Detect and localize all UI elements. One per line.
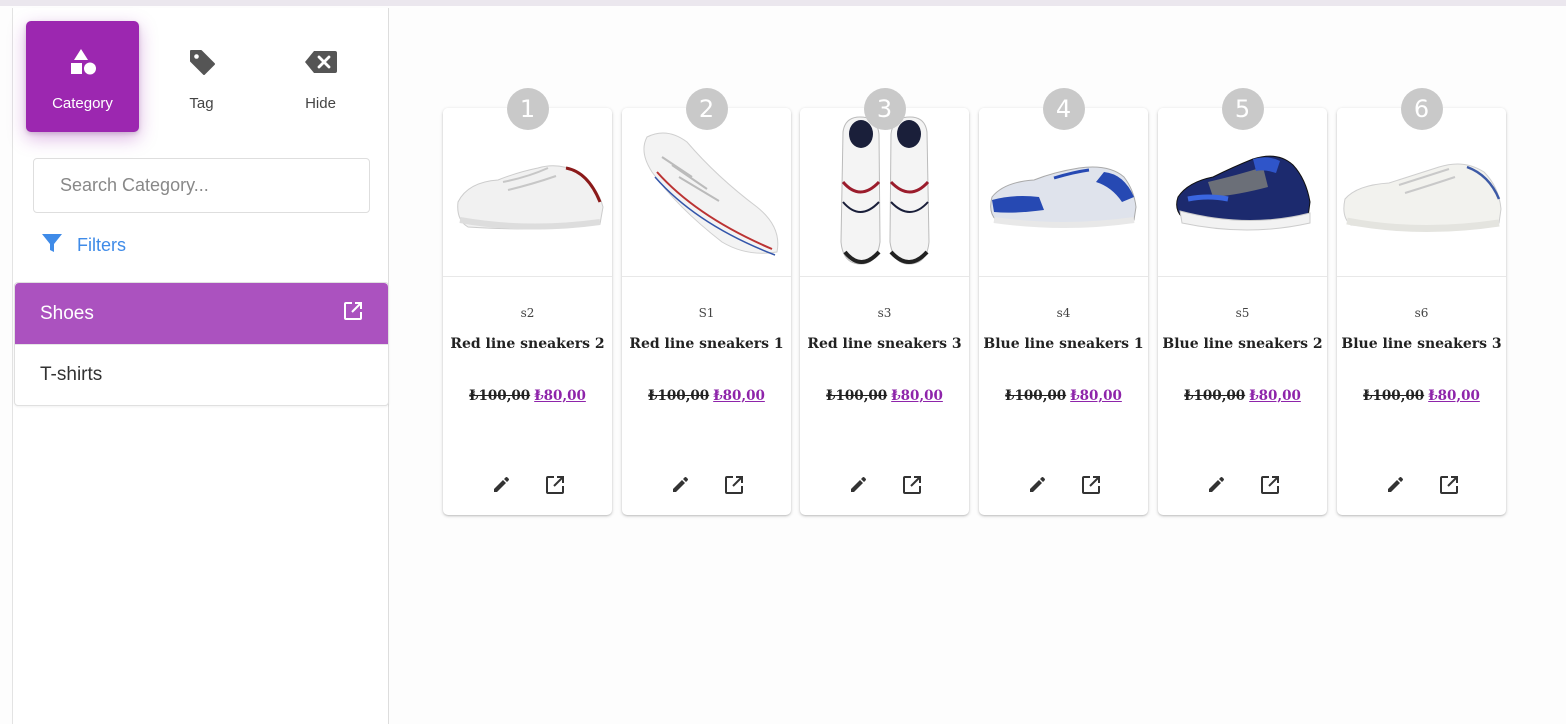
mode-category-label: Category xyxy=(52,95,113,112)
open-in-new-icon[interactable] xyxy=(901,474,923,496)
open-in-new-icon[interactable] xyxy=(343,301,363,327)
product-image xyxy=(622,108,791,277)
open-in-new-icon[interactable] xyxy=(1259,474,1281,496)
category-label: Shoes xyxy=(40,302,94,324)
product-name: Red line sneakers 1 xyxy=(629,336,784,352)
position-badge: 1 xyxy=(506,88,549,130)
position-badge: 4 xyxy=(1042,88,1085,130)
new-price-link[interactable]: ₺80,00 xyxy=(1428,388,1480,404)
open-in-new-icon[interactable] xyxy=(544,474,566,496)
backspace-icon xyxy=(304,47,338,77)
open-in-new-icon[interactable] xyxy=(1080,474,1102,496)
old-price: ₺100,00 xyxy=(826,388,888,404)
product-card[interactable]: 4 s4 Blue line sneakers 1 ₺100,00 ₺80,00 xyxy=(979,88,1148,515)
new-price-link[interactable]: ₺80,00 xyxy=(534,388,586,404)
card-actions xyxy=(800,474,969,496)
new-price-link[interactable]: ₺80,00 xyxy=(1249,388,1301,404)
mode-category-button[interactable]: Category xyxy=(26,21,139,132)
card-actions xyxy=(1337,474,1506,496)
product-code: s2 xyxy=(520,306,535,320)
search-category-input[interactable] xyxy=(33,158,370,213)
card-actions xyxy=(622,474,791,496)
position-badge: 5 xyxy=(1221,88,1264,130)
product-name: Red line sneakers 3 xyxy=(807,336,962,352)
mode-tag-button[interactable]: Tag xyxy=(145,21,258,132)
card-actions xyxy=(1158,474,1327,496)
mode-tag-label: Tag xyxy=(189,95,214,112)
product-card[interactable]: 3 s3 Red line sneakers 3 ₺100,00 ₺80,00 xyxy=(800,88,969,515)
product-name: Blue line sneakers 3 xyxy=(1341,336,1502,352)
old-price: ₺100,00 xyxy=(1363,388,1425,404)
product-image xyxy=(979,108,1148,277)
product-image xyxy=(800,108,969,277)
product-code: S1 xyxy=(698,306,715,320)
edit-icon[interactable] xyxy=(1205,474,1227,496)
sidebar: Category Tag Hide Search Category... Fil… xyxy=(12,8,389,724)
product-code: s4 xyxy=(1056,306,1071,320)
product-price: ₺100,00 ₺80,00 xyxy=(800,388,969,404)
tag-icon xyxy=(188,47,216,77)
old-price: ₺100,00 xyxy=(1184,388,1246,404)
category-list: Shoes T-shirts xyxy=(14,282,389,406)
product-card[interactable]: 5 s5 Blue line sneakers 2 ₺100,00 ₺80,00 xyxy=(1158,88,1327,515)
filters-button[interactable]: Filters xyxy=(41,230,126,260)
open-in-new-icon[interactable] xyxy=(723,474,745,496)
product-price: ₺100,00 ₺80,00 xyxy=(979,388,1148,404)
filter-icon xyxy=(41,232,63,259)
position-badge: 2 xyxy=(685,88,728,130)
category-item-tshirts[interactable]: T-shirts xyxy=(15,344,388,405)
position-badge: 3 xyxy=(863,88,906,130)
product-code: s6 xyxy=(1414,306,1429,320)
product-image xyxy=(1158,108,1327,277)
product-name: Red line sneakers 2 xyxy=(450,336,605,352)
product-card[interactable]: 6 s6 Blue line sneakers 3 ₺100,00 ₺80,00 xyxy=(1337,88,1506,515)
product-price: ₺100,00 ₺80,00 xyxy=(1158,388,1327,404)
edit-icon[interactable] xyxy=(1026,474,1048,496)
shapes-icon xyxy=(69,47,97,77)
product-code: s5 xyxy=(1235,306,1250,320)
edit-icon[interactable] xyxy=(1384,474,1406,496)
new-price-link[interactable]: ₺80,00 xyxy=(713,388,765,404)
product-price: ₺100,00 ₺80,00 xyxy=(1337,388,1506,404)
mode-hide-button[interactable]: Hide xyxy=(264,21,377,132)
mode-switcher: Category Tag Hide xyxy=(26,21,383,133)
top-border xyxy=(0,0,1566,6)
edit-icon[interactable] xyxy=(490,474,512,496)
category-label: T-shirts xyxy=(40,364,103,385)
product-image xyxy=(443,108,612,277)
edit-icon[interactable] xyxy=(847,474,869,496)
filters-label: Filters xyxy=(77,234,126,255)
mode-hide-label: Hide xyxy=(305,95,336,112)
product-name: Blue line sneakers 2 xyxy=(1162,336,1323,352)
new-price-link[interactable]: ₺80,00 xyxy=(1070,388,1122,404)
old-price: ₺100,00 xyxy=(1005,388,1067,404)
product-name: Blue line sneakers 1 xyxy=(983,336,1144,352)
card-actions xyxy=(443,474,612,496)
product-card[interactable]: 2 S1 Red line sneakers 1 ₺100,00 ₺80,00 xyxy=(622,88,791,515)
position-badge: 6 xyxy=(1400,88,1443,130)
category-item-shoes[interactable]: Shoes xyxy=(15,283,388,344)
product-card[interactable]: 1 s2 Red line sneakers 2 ₺100,00 ₺80,00 xyxy=(443,88,612,515)
open-in-new-icon[interactable] xyxy=(1438,474,1460,496)
old-price: ₺100,00 xyxy=(469,388,531,404)
card-actions xyxy=(979,474,1148,496)
product-price: ₺100,00 ₺80,00 xyxy=(443,388,612,404)
product-price: ₺100,00 ₺80,00 xyxy=(622,388,791,404)
old-price: ₺100,00 xyxy=(648,388,710,404)
product-image xyxy=(1337,108,1506,277)
edit-icon[interactable] xyxy=(669,474,691,496)
new-price-link[interactable]: ₺80,00 xyxy=(891,388,943,404)
product-code: s3 xyxy=(877,306,892,320)
